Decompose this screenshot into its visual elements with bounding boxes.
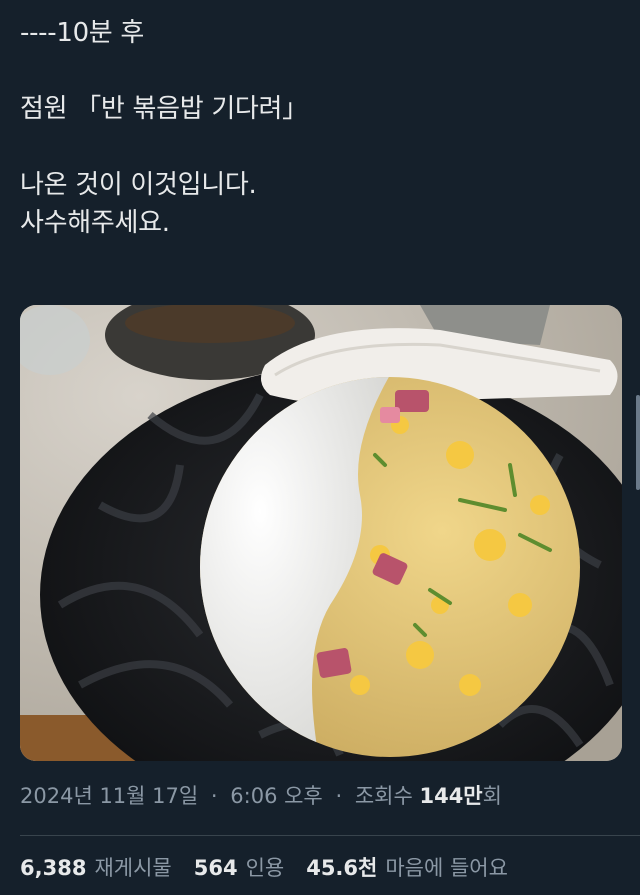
tweet-line: ----10분 후 bbox=[20, 18, 145, 48]
tweet-photo[interactable] bbox=[20, 305, 622, 761]
tweet-line: 나온 것이 이것입니다. bbox=[20, 170, 257, 200]
views-label: 조회수 bbox=[354, 784, 413, 808]
views-suffix: 회 bbox=[482, 784, 502, 808]
quotes-label: 인용 bbox=[245, 856, 285, 880]
views-count: 144만 bbox=[419, 784, 483, 808]
meta-separator: · bbox=[335, 784, 343, 808]
tweet-line: 점원 「반 볶음밥 기다려」 bbox=[20, 94, 308, 124]
quotes-stat[interactable]: 564 인용 bbox=[194, 856, 306, 880]
divider bbox=[20, 835, 640, 836]
tweet-time[interactable]: 6:06 오후 bbox=[230, 784, 322, 808]
tweet-meta: 2024년 11월 17일 · 6:06 오후 · 조회수 144만회 bbox=[20, 781, 502, 811]
scrollbar-thumb[interactable] bbox=[636, 395, 640, 490]
tweet-line-spacer bbox=[20, 128, 620, 166]
tweet-stats: 6,388 재게시물 564 인용 45.6천 마음에 들어요 bbox=[20, 853, 530, 883]
tweet-line-spacer bbox=[20, 52, 620, 90]
likes-label: 마음에 들어요 bbox=[385, 856, 508, 880]
tweet-text: ----10분 후 점원 「반 볶음밥 기다려」 나온 것이 이것입니다. 사수… bbox=[20, 14, 620, 242]
meta-separator: · bbox=[210, 784, 218, 808]
fried-rice-photo bbox=[20, 305, 622, 761]
quotes-count: 564 bbox=[193, 856, 238, 880]
tweet-date[interactable]: 2024년 11월 17일 bbox=[20, 784, 198, 808]
tweet-line: 사수해주세요. bbox=[20, 208, 170, 238]
retweets-count: 6,388 bbox=[20, 856, 87, 880]
likes-stat[interactable]: 45.6천 마음에 들어요 bbox=[306, 856, 530, 880]
likes-count: 45.6천 bbox=[306, 856, 378, 880]
retweets-stat[interactable]: 6,388 재게시물 bbox=[20, 856, 194, 880]
retweets-label: 재게시물 bbox=[94, 856, 172, 880]
